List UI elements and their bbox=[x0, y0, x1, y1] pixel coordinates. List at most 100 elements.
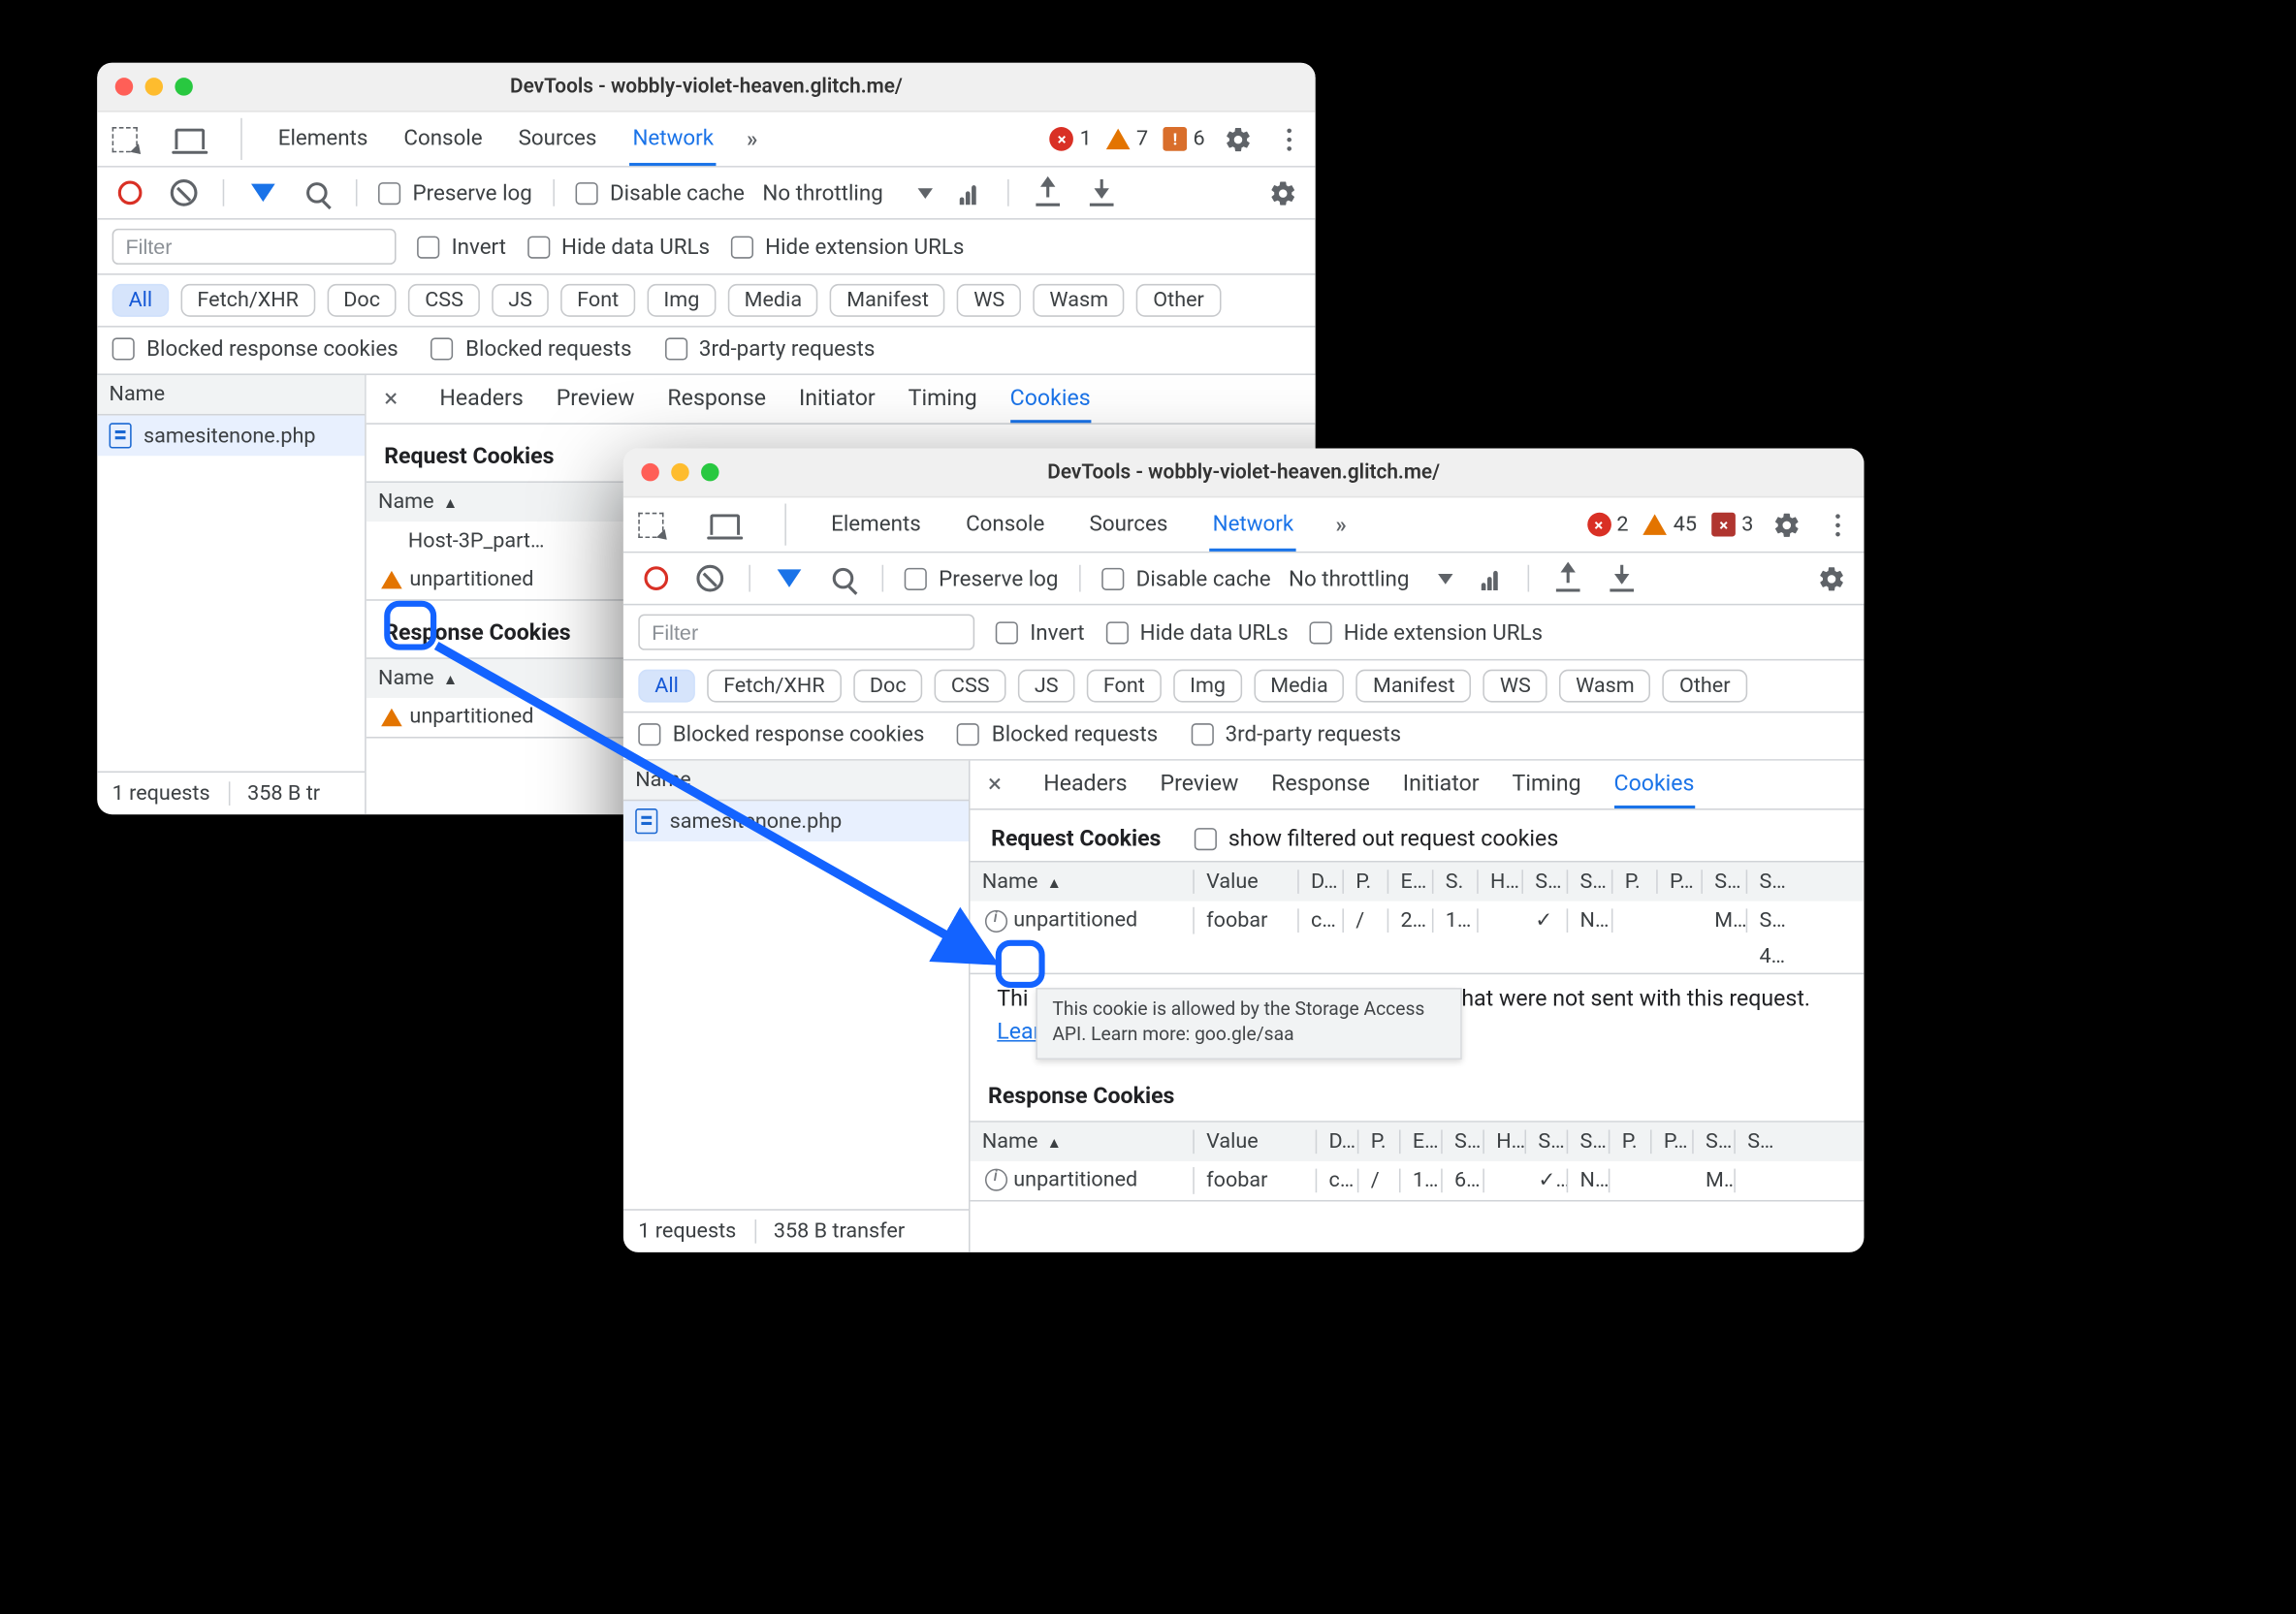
pill-doc[interactable]: Doc bbox=[327, 284, 397, 317]
errors-badge[interactable]: ×1 bbox=[1050, 127, 1092, 151]
tab-console[interactable]: Console bbox=[963, 497, 1047, 552]
clear-icon[interactable] bbox=[692, 560, 728, 596]
device-toolbar-icon[interactable] bbox=[172, 121, 207, 157]
subtab-headers[interactable]: Headers bbox=[439, 375, 523, 423]
preserve-log-checkbox[interactable]: Preserve log bbox=[378, 180, 532, 206]
more-tabs-icon[interactable]: » bbox=[1335, 511, 1342, 538]
pill-fetch[interactable]: Fetch/XHR bbox=[707, 670, 841, 703]
subtab-cookies[interactable]: Cookies bbox=[1614, 761, 1695, 808]
more-tabs-icon[interactable]: » bbox=[747, 126, 753, 153]
titlebar[interactable]: DevTools - wobbly-violet-heaven.glitch.m… bbox=[97, 63, 1315, 112]
preserve-log-checkbox[interactable]: Preserve log bbox=[905, 566, 1059, 591]
pill-other[interactable]: Other bbox=[1136, 284, 1220, 317]
pill-css[interactable]: CSS bbox=[408, 284, 480, 317]
blocked-requests-checkbox[interactable]: Blocked requests bbox=[957, 722, 1158, 747]
warnings-badge[interactable]: 7 bbox=[1106, 127, 1148, 151]
disable-cache-checkbox[interactable]: Disable cache bbox=[1101, 566, 1270, 591]
search-icon[interactable] bbox=[299, 174, 335, 210]
tab-elements[interactable]: Elements bbox=[275, 112, 371, 167]
pill-img[interactable]: Img bbox=[647, 284, 716, 317]
kebab-menu-icon[interactable] bbox=[1819, 507, 1855, 543]
subtab-initiator[interactable]: Initiator bbox=[799, 375, 876, 423]
import-har-icon[interactable] bbox=[1030, 174, 1066, 210]
request-list-header[interactable]: Name bbox=[623, 761, 969, 802]
settings-icon[interactable] bbox=[1220, 121, 1256, 157]
network-settings-icon[interactable] bbox=[1813, 560, 1849, 596]
hide-ext-urls-checkbox[interactable]: Hide extension URLs bbox=[1309, 619, 1543, 645]
third-party-checkbox[interactable]: 3rd-party requests bbox=[1191, 722, 1401, 747]
request-row[interactable]: samesitenone.php bbox=[97, 416, 365, 457]
request-list-header[interactable]: Name bbox=[97, 375, 365, 416]
invert-checkbox[interactable]: Invert bbox=[417, 234, 506, 259]
blocked-response-cookies-checkbox[interactable]: Blocked response cookies bbox=[638, 722, 924, 747]
issues-badge[interactable]: ×3 bbox=[1711, 513, 1753, 537]
network-conditions-icon[interactable] bbox=[1472, 560, 1508, 596]
subtab-headers[interactable]: Headers bbox=[1043, 761, 1127, 808]
pill-font[interactable]: Font bbox=[560, 284, 635, 317]
subtab-timing[interactable]: Timing bbox=[909, 375, 977, 423]
pill-css[interactable]: CSS bbox=[935, 670, 1006, 703]
pill-js[interactable]: JS bbox=[1018, 670, 1075, 703]
filter-icon[interactable] bbox=[245, 174, 281, 210]
request-row[interactable]: samesitenone.php bbox=[623, 801, 969, 841]
close-icon[interactable]: × bbox=[375, 384, 406, 414]
titlebar[interactable]: DevTools - wobbly-violet-heaven.glitch.m… bbox=[623, 449, 1865, 498]
pill-all[interactable]: All bbox=[638, 670, 695, 703]
settings-icon[interactable] bbox=[1769, 507, 1804, 543]
record-icon[interactable] bbox=[638, 560, 674, 596]
inspect-element-icon[interactable] bbox=[106, 121, 142, 157]
table-header[interactable]: Name▲ Value D... P. E... S. H... S... S.… bbox=[971, 863, 1865, 902]
errors-badge[interactable]: ×2 bbox=[1586, 513, 1628, 537]
pill-ws[interactable]: WS bbox=[1483, 670, 1547, 703]
filter-input[interactable] bbox=[112, 229, 397, 265]
kebab-menu-icon[interactable] bbox=[1270, 121, 1306, 157]
tab-console[interactable]: Console bbox=[400, 112, 485, 167]
table-header[interactable]: Name▲ Value D. P. E... S. H... S... S...… bbox=[971, 1122, 1865, 1160]
pill-ws[interactable]: WS bbox=[957, 284, 1021, 317]
tab-elements[interactable]: Elements bbox=[828, 497, 924, 552]
hide-data-urls-checkbox[interactable]: Hide data URLs bbox=[527, 234, 710, 259]
pill-fetch[interactable]: Fetch/XHR bbox=[180, 284, 314, 317]
pill-manifest[interactable]: Manifest bbox=[830, 284, 945, 317]
pill-media[interactable]: Media bbox=[728, 284, 818, 317]
subtab-initiator[interactable]: Initiator bbox=[1403, 761, 1480, 808]
subtab-preview[interactable]: Preview bbox=[557, 375, 635, 423]
pill-font[interactable]: Font bbox=[1087, 670, 1162, 703]
pill-wasm[interactable]: Wasm bbox=[1033, 284, 1125, 317]
device-toolbar-icon[interactable] bbox=[707, 507, 743, 543]
pill-doc[interactable]: Doc bbox=[853, 670, 923, 703]
throttling-select[interactable]: No throttling bbox=[1289, 566, 1453, 591]
clear-icon[interactable] bbox=[166, 174, 202, 210]
tab-sources[interactable]: Sources bbox=[1086, 497, 1170, 552]
blocked-response-cookies-checkbox[interactable]: Blocked response cookies bbox=[112, 336, 399, 362]
export-har-icon[interactable] bbox=[1084, 174, 1120, 210]
pill-all[interactable]: All bbox=[112, 284, 170, 317]
table-row[interactable]: 4... bbox=[971, 940, 1865, 973]
inspect-element-icon[interactable] bbox=[632, 507, 668, 543]
tab-network[interactable]: Network bbox=[1210, 497, 1297, 552]
close-icon[interactable]: × bbox=[979, 770, 1010, 800]
tab-network[interactable]: Network bbox=[629, 112, 717, 167]
hide-data-urls-checkbox[interactable]: Hide data URLs bbox=[1105, 619, 1288, 645]
subtab-preview[interactable]: Preview bbox=[1161, 761, 1239, 808]
pill-wasm[interactable]: Wasm bbox=[1559, 670, 1651, 703]
record-icon[interactable] bbox=[112, 174, 148, 210]
pill-js[interactable]: JS bbox=[492, 284, 549, 317]
import-har-icon[interactable] bbox=[1550, 560, 1586, 596]
show-filtered-checkbox[interactable]: show filtered out request cookies bbox=[1194, 825, 1558, 852]
invert-checkbox[interactable]: Invert bbox=[996, 619, 1085, 645]
throttling-select[interactable]: No throttling bbox=[762, 180, 933, 206]
third-party-checkbox[interactable]: 3rd-party requests bbox=[664, 336, 875, 362]
subtab-response[interactable]: Response bbox=[1271, 761, 1370, 808]
pill-img[interactable]: Img bbox=[1173, 670, 1242, 703]
issues-badge[interactable]: !6 bbox=[1164, 127, 1205, 151]
pill-other[interactable]: Other bbox=[1663, 670, 1746, 703]
hide-ext-urls-checkbox[interactable]: Hide extension URLs bbox=[731, 234, 965, 259]
subtab-timing[interactable]: Timing bbox=[1513, 761, 1581, 808]
filter-icon[interactable] bbox=[772, 560, 808, 596]
export-har-icon[interactable] bbox=[1605, 560, 1641, 596]
pill-media[interactable]: Media bbox=[1254, 670, 1344, 703]
filter-input[interactable] bbox=[638, 615, 974, 650]
pill-manifest[interactable]: Manifest bbox=[1356, 670, 1472, 703]
subtab-response[interactable]: Response bbox=[667, 375, 766, 423]
